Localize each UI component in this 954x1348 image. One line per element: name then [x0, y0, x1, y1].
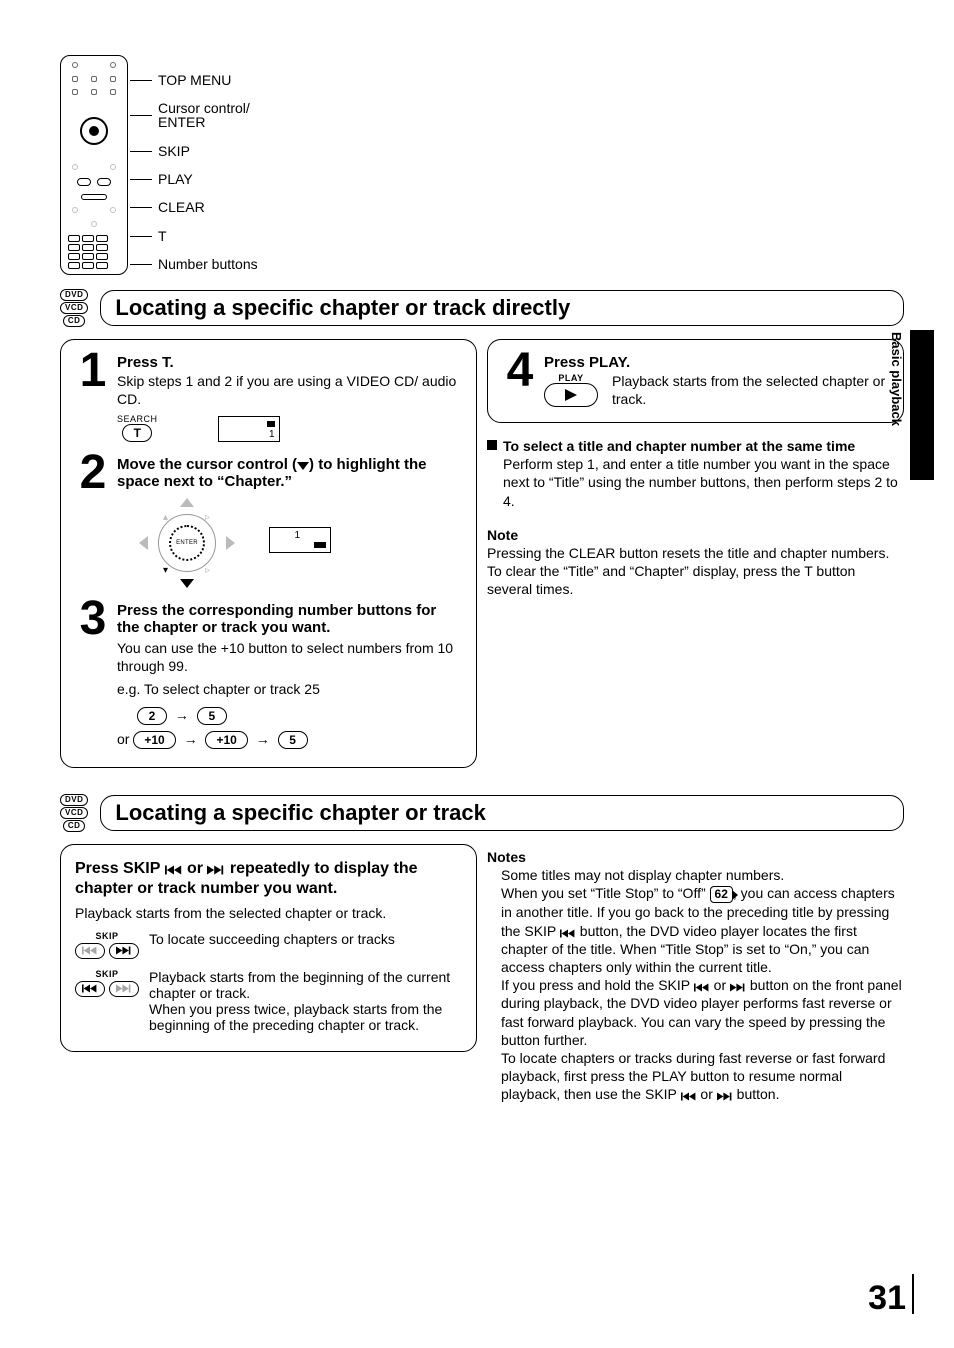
skip-box: Press SKIP or repeatedly to display the … [60, 844, 477, 1052]
step2-head: Move the cursor control () to highlight … [117, 456, 462, 490]
step-3: 3 Press the corresponding number buttons… [75, 602, 462, 749]
key-2: 2 [137, 707, 167, 725]
step3-head: Press the corresponding number buttons f… [117, 602, 462, 636]
bullet-icon [487, 440, 497, 450]
side-tab [910, 330, 934, 480]
section1-notes: To select a title and chapter number at … [487, 437, 904, 599]
search-label: SEARCH [117, 414, 158, 424]
display-2: 1 [269, 527, 331, 553]
or-label: or [117, 731, 129, 747]
cursor-down-icon [297, 462, 309, 470]
step1-number: 1 [75, 354, 111, 442]
side-label: Basic playback [889, 332, 904, 426]
remote-diagram: TOP MENU Cursor control/ ENTER SKIP PLAY… [60, 55, 904, 275]
skip-line1: Playback starts from the selected chapte… [75, 905, 462, 921]
step4-body: Playback starts from the selected chapte… [612, 373, 889, 408]
section1-title: Locating a specific chapter or track dir… [115, 295, 889, 321]
skip-prev-button [75, 981, 105, 997]
section1-heading: DVD VCD CD Locating a specific chapter o… [60, 289, 904, 327]
skip-prev-icon [165, 865, 183, 875]
note-body: Pressing the CLEAR button resets the tit… [487, 544, 904, 599]
page-number-bar [912, 1274, 914, 1314]
skip-prev-icon-inline [560, 929, 576, 938]
key-t: T [122, 424, 152, 442]
key-5b: 5 [278, 731, 308, 749]
skip-row2-text: Playback starts from the beginning of th… [149, 969, 462, 1033]
step4-head: Press PLAY. [544, 354, 889, 371]
note-4: To locate chapters or tracks during fast… [501, 1049, 904, 1104]
play-label: PLAY [544, 373, 598, 383]
skip-next-icon-inline2 [717, 1092, 733, 1101]
page-ref-62: 62 [710, 886, 733, 904]
badge-dvd: DVD [60, 289, 88, 301]
label-t: T [142, 229, 258, 243]
label-cursor: Cursor control/ ENTER [142, 101, 258, 129]
label-clear: CLEAR [142, 200, 258, 214]
page-number: 31 [868, 1279, 906, 1318]
badge-cd-2: CD [63, 820, 86, 832]
skip-prev-button-dim [75, 943, 105, 959]
badge-vcd-2: VCD [60, 807, 88, 819]
section2-title: Locating a specific chapter or track [115, 800, 889, 826]
note-1: Some titles may not display chapter numb… [501, 866, 904, 884]
step-4: 4 Press PLAY. PLAY Playback starts from … [502, 354, 889, 408]
subbody: Perform step 1, and enter a title number… [503, 455, 904, 510]
steps-box-right: 4 Press PLAY. PLAY Playback starts from … [487, 339, 904, 423]
step3-number: 3 [75, 602, 111, 749]
badge-dvd-2: DVD [60, 794, 88, 806]
step1-body: Skip steps 1 and 2 if you are using a VI… [117, 373, 462, 408]
skip-prev-icon-inline2 [694, 983, 710, 992]
step-1: 1 Press T. Skip steps 1 and 2 if you are… [75, 354, 462, 442]
skip-next-icon [207, 865, 225, 875]
skip-headline: Press SKIP or repeatedly to display the … [75, 859, 462, 899]
step4-number: 4 [502, 354, 538, 408]
notes-head: Notes [487, 848, 904, 866]
label-play: PLAY [142, 172, 258, 186]
cursor-ring-icon [80, 117, 108, 145]
key-p10-a: +10 [133, 731, 175, 749]
steps-box-left: 1 Press T. Skip steps 1 and 2 if you are… [60, 339, 477, 768]
skip-prev-icon-inline3 [681, 1092, 697, 1101]
note-3: If you press and hold the SKIP or button… [501, 976, 904, 1049]
note-head: Note [487, 526, 904, 544]
label-skip: SKIP [142, 144, 258, 158]
section2-heading: DVD VCD CD Locating a specific chapter o… [60, 794, 904, 832]
label-numbers: Number buttons [142, 257, 258, 271]
note-2: When you set “Title Stop” to “Off” 62, y… [501, 884, 904, 976]
skip-next-icon-inline [730, 983, 746, 992]
step3-body1: You can use the +10 button to select num… [117, 640, 462, 675]
skip-next-button-dim [109, 981, 139, 997]
key-p10-b: +10 [205, 731, 247, 749]
badge-cd: CD [63, 315, 86, 327]
display-1: 1 [218, 416, 280, 442]
skip-row1-text: To locate succeeding chapters or tracks [149, 931, 462, 947]
label-top-menu: TOP MENU [142, 73, 258, 87]
step2-number: 2 [75, 456, 111, 588]
remote-outline [60, 55, 128, 275]
step-2: 2 Move the cursor control () to highligh… [75, 456, 462, 588]
skip-next-button [109, 943, 139, 959]
badge-vcd: VCD [60, 302, 88, 314]
step3-body2: e.g. To select chapter or track 25 [117, 681, 462, 699]
section2-notes: Notes Some titles may not display chapte… [487, 844, 904, 1104]
subhead: To select a title and chapter number at … [503, 437, 855, 455]
play-button-icon [544, 383, 598, 407]
key-5: 5 [197, 707, 227, 725]
step1-head: Press T. [117, 354, 462, 371]
remote-callouts: TOP MENU Cursor control/ ENTER SKIP PLAY… [142, 55, 258, 275]
dpad-icon: ENTER ▴ ▾ ▹ ▹ [127, 498, 247, 588]
arrow-icon: → [175, 707, 189, 723]
